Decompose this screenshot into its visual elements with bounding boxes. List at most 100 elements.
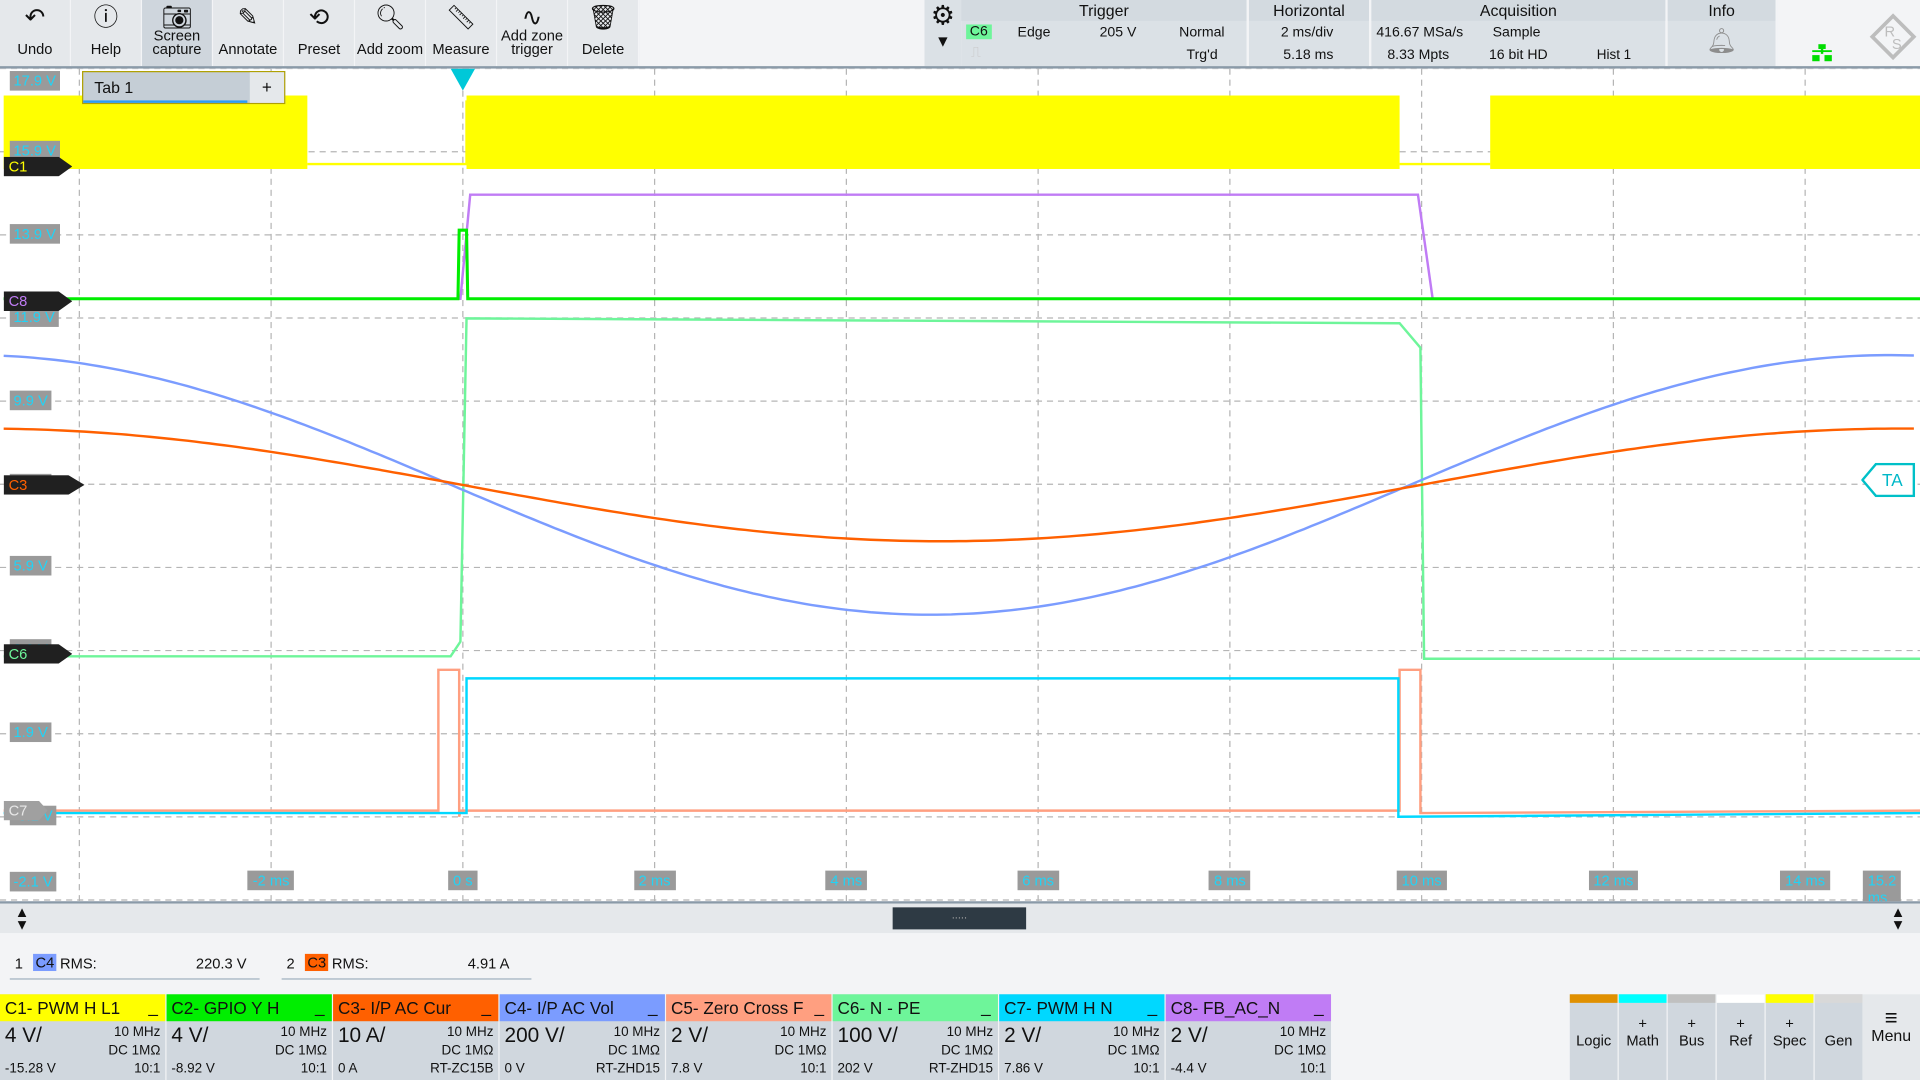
horizontal-panel[interactable]: Horizontal 2 ms/div 5.18 ms [1248, 0, 1372, 67]
x-axis-label: -2 ms [247, 870, 295, 891]
screen-capture-button[interactable]: 📷︎ Screen capture [142, 0, 214, 67]
x-axis-label: 14 ms [1780, 870, 1831, 891]
minimize-button[interactable]: _ [1314, 997, 1324, 1017]
channel-probe: 10:1 [300, 1061, 327, 1077]
channel-scale: 2 V/ [671, 1023, 709, 1047]
waveform-canvas [0, 68, 1920, 902]
math-button[interactable]: + Math [1618, 994, 1667, 1080]
tab-1[interactable]: Tab 1 + [82, 71, 286, 105]
channel-coupling: DC 1MΩ [441, 1043, 494, 1058]
svg-text:S: S [1892, 37, 1902, 53]
rs-logo: R S [1869, 13, 1917, 61]
preset-icon: ⟲ [308, 4, 330, 32]
channel-coupling: DC 1MΩ [941, 1043, 994, 1058]
channel-marker-c1[interactable]: C1 [3, 156, 73, 177]
channel-title: C7- PWM H N [999, 994, 1165, 1022]
x-axis-label: 8 ms [1209, 870, 1251, 891]
minimize-button[interactable]: _ [981, 997, 991, 1017]
hamburger-icon: ≡ [1884, 1005, 1898, 1030]
channel-probe: 10:1 [800, 1061, 827, 1077]
channel-tile-c2[interactable]: C2- GPIO Y H _ 4 V/10 MHz DC 1MΩ -8.92 V 10:1 [166, 994, 332, 1080]
logic-button[interactable]: Logic [1569, 994, 1618, 1080]
trigger-position-marker[interactable] [450, 68, 476, 91]
button-label: Spec [1772, 1032, 1807, 1050]
channel-title: C3- I/P AC Cur [333, 994, 499, 1022]
channel-tile-c4[interactable]: C4- I/P AC Vol _ 200 V/10 MHz DC 1MΩ 0 V RT-Z… [499, 994, 665, 1080]
trace-c1-high [466, 95, 1400, 169]
x-axis-label: 12 ms [1588, 870, 1639, 891]
expand-up-down-icon[interactable]: ▲ ▼ [15, 905, 30, 932]
ref-button[interactable]: + Ref [1716, 994, 1765, 1080]
measure-button[interactable]: 📏︎ Measure [426, 0, 498, 67]
x-axis-label: 6 ms [1017, 870, 1059, 891]
channel-probe: 10:1 [134, 1061, 161, 1077]
minimize-button[interactable]: _ [481, 997, 491, 1017]
channel-coupling: DC 1MΩ [108, 1043, 161, 1058]
channel-tile-c3[interactable]: C3- I/P AC Cur _ 10 A/10 MHz DC 1MΩ 0 A RT-ZC… [333, 994, 499, 1080]
measurement-value: 4.91 A [467, 955, 510, 973]
add-zone-trigger-button[interactable]: ∿ Add zone trigger [497, 0, 569, 67]
channel-marker-c8[interactable]: C8 [3, 291, 73, 312]
minimize-button[interactable]: _ [148, 997, 158, 1017]
measurement-source: C3 [304, 953, 329, 972]
channel-marker-c3[interactable]: C3 [3, 475, 85, 495]
menu-button[interactable]: ≡ Menu [1862, 994, 1920, 1080]
info-panel[interactable]: Info 🔔︎ [1667, 0, 1778, 67]
gear-icon[interactable]: ⚙ [924, 0, 961, 32]
channel-coupling: DC 1MΩ [608, 1043, 661, 1058]
spec-button[interactable]: + Spec [1765, 994, 1814, 1080]
bus-button[interactable]: + Bus [1667, 994, 1716, 1080]
color-bar [1716, 994, 1765, 1003]
annotate-button[interactable]: ✎ Annotate [213, 0, 285, 67]
trace-c7 [3, 677, 1920, 818]
expand-up-down-icon-right[interactable]: ▲ ▼ [1891, 905, 1906, 932]
measurement-source: C4 [33, 953, 57, 972]
channel-marker-c7[interactable]: C7 [3, 800, 48, 821]
minimize-button[interactable]: _ [1148, 997, 1158, 1017]
add-zoom-button[interactable]: 🔍︎ Add zoom [355, 0, 427, 67]
measurement-2[interactable]: 2 C3 RMS: 4.91 A [281, 949, 532, 980]
channel-tile-c8[interactable]: C8- FB_AC_N _ 2 V/10 MHz DC 1MΩ -4.4 V 10:1 [1165, 994, 1332, 1080]
waveform-display[interactable]: 17.9 V15.9 V13.9 V11.9 V9.9 V7.9 V5.9 V3… [0, 66, 1920, 904]
channel-marker-c6[interactable]: C6 [3, 644, 73, 664]
trigger-panel[interactable]: Trigger C6 Edge 205 V Normal Trg'd ⎍ [961, 0, 1249, 67]
trace-c1-high [1490, 95, 1920, 169]
channel-tile-c5[interactable]: C5- Zero Cross F _ 2 V/10 MHz DC 1MΩ 7.8 V 10… [666, 994, 832, 1080]
measurement-1[interactable]: 1 C4 RMS: 220.3 V [9, 949, 260, 980]
channel-bw: 10 MHz [780, 1024, 827, 1040]
measure-label: Measure [432, 40, 490, 58]
undo-button[interactable]: ↶ Undo [0, 0, 72, 67]
color-bar [1814, 994, 1863, 1003]
trace-c8 [3, 193, 1920, 301]
trigger-type: Edge [1017, 25, 1051, 41]
gen-button[interactable]: Gen [1814, 994, 1863, 1080]
help-button[interactable]: ⓘ Help [71, 0, 143, 67]
acquisition-panel[interactable]: Acquisition 416.67 MSa/s 8.33 Mpts Sampl… [1371, 0, 1668, 67]
minimize-button[interactable]: _ [315, 997, 325, 1017]
trigger-title: Trigger [961, 0, 1247, 21]
channel-tile-c1[interactable]: C1- PWM H L1 _ 4 V/10 MHz DC 1MΩ -15.28 V 10:… [0, 994, 166, 1080]
preset-button[interactable]: ⟲ Preset [284, 0, 356, 67]
trace-c1 [307, 100, 468, 166]
add-tab-button[interactable]: + [249, 72, 285, 103]
minimize-button[interactable]: _ [815, 997, 825, 1017]
channel-tile-c6[interactable]: C6- N - PE _ 100 V/10 MHz DC 1MΩ 202 V RT-ZHD… [832, 994, 998, 1080]
channel-probe: 10:1 [1133, 1061, 1160, 1077]
channel-coupling: DC 1MΩ [1107, 1043, 1160, 1058]
horizontal-title: Horizontal [1248, 0, 1369, 21]
channel-bw: 10 MHz [280, 1024, 327, 1040]
channel-tile-c7[interactable]: C7- PWM H N _ 2 V/10 MHz DC 1MΩ 7.86 V 10:1 [999, 994, 1165, 1080]
resolution: 16 bit HD [1488, 47, 1548, 63]
channel-scale: 4 V/ [171, 1023, 209, 1047]
channel-bw: 10 MHz [613, 1024, 661, 1040]
minimize-button[interactable]: _ [648, 997, 658, 1017]
dropdown-arrow-icon[interactable]: ▼ [924, 32, 961, 50]
channel-bw: 10 MHz [447, 1024, 494, 1040]
delete-button[interactable]: 🗑︎ Delete [568, 0, 640, 67]
channel-probe: 10:1 [1299, 1061, 1327, 1077]
scroll-handle[interactable]: ..... [892, 907, 1027, 930]
channel-scale: 4 V/ [4, 1023, 42, 1047]
ta-marker[interactable]: TA [1861, 462, 1916, 498]
time-position: 5.18 ms [1283, 47, 1334, 63]
trigger-mode: Normal [1179, 25, 1225, 41]
